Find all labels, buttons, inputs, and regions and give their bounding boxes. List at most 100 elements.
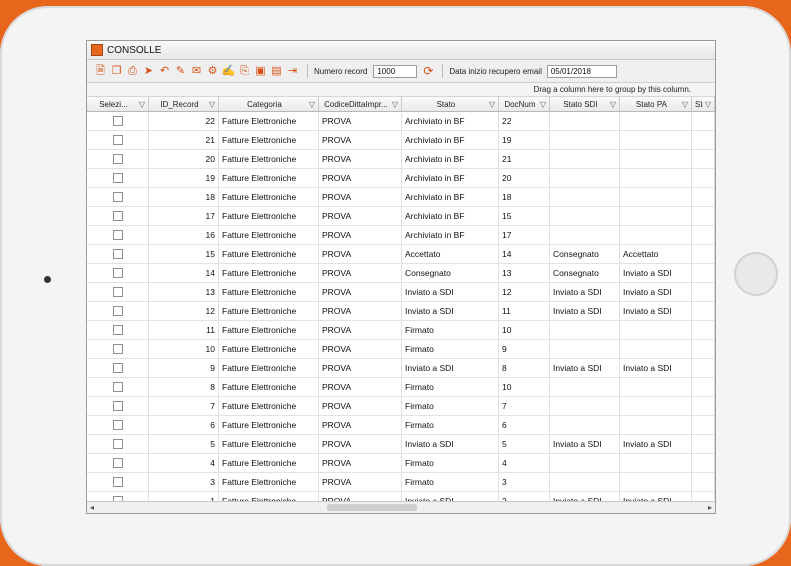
column-header[interactable]: Stato PA ▽	[620, 97, 692, 111]
table-row[interactable]: 3 Fatture Elettroniche PROVA Firmato 3	[87, 473, 715, 492]
horizontal-scrollbar[interactable]: ◂ ▸	[87, 501, 715, 513]
archive-icon[interactable]: ▤	[269, 64, 284, 78]
row-checkbox[interactable]	[112, 306, 123, 316]
row-checkbox[interactable]	[112, 344, 123, 354]
filter-icon[interactable]: ▽	[682, 100, 688, 109]
table-row[interactable]: 21 Fatture Elettroniche PROVA Archiviato in…	[87, 131, 715, 150]
cell-stato-pa: Inviato a SDI	[620, 264, 692, 282]
table-row[interactable]: 20 Fatture Elettroniche PROVA Archiviato in…	[87, 150, 715, 169]
column-header[interactable]: Selezi... ▽	[87, 97, 149, 111]
column-header-label: Categoria	[247, 99, 282, 109]
record-count-input[interactable]	[373, 64, 418, 78]
table-row[interactable]: 17 Fatture Elettroniche PROVA Archiviato in…	[87, 207, 715, 226]
table-row[interactable]: 4 Fatture Elettroniche PROVA Firmato 4	[87, 454, 715, 473]
row-checkbox[interactable]	[112, 192, 123, 202]
table-row[interactable]: 14 Fatture Elettroniche PROVA Consegnato 13 C…	[87, 264, 715, 283]
table-row[interactable]: 5 Fatture Elettroniche PROVA Inviato a SDI 5…	[87, 435, 715, 454]
column-header[interactable]: Categoria ▽	[219, 97, 319, 111]
filter-icon[interactable]: ▽	[309, 100, 315, 109]
row-checkbox[interactable]	[112, 325, 123, 335]
filter-icon[interactable]: ▽	[209, 100, 215, 109]
column-header[interactable]: CodiceDittaImpr... ▽	[319, 97, 402, 111]
table-row[interactable]: 7 Fatture Elettroniche PROVA Firmato 7	[87, 397, 715, 416]
settings-icon[interactable]: ⚙	[205, 64, 220, 78]
cell-docnum: 10	[499, 321, 550, 339]
home-button[interactable]	[734, 252, 778, 296]
row-checkbox[interactable]	[112, 135, 123, 145]
scroll-track[interactable]	[97, 504, 705, 511]
doc-export-icon[interactable]: 🗎	[93, 64, 108, 78]
cell-stato-sdi	[550, 169, 620, 187]
scroll-left-icon[interactable]: ◂	[87, 503, 97, 512]
row-checkbox[interactable]	[112, 458, 123, 468]
table-row[interactable]: 6 Fatture Elettroniche PROVA Firmato 6	[87, 416, 715, 435]
doc-copy-icon[interactable]: ❐	[109, 64, 124, 78]
table-row[interactable]: 22 Fatture Elettroniche PROVA Archiviato in…	[87, 112, 715, 131]
filter-icon[interactable]: ▽	[610, 100, 616, 109]
exit-icon[interactable]: ⇥	[285, 64, 300, 78]
column-header[interactable]: Sta▽	[692, 97, 715, 111]
date-input[interactable]	[546, 64, 617, 78]
column-header[interactable]: Stato SDI ▽	[550, 97, 620, 111]
column-header[interactable]: DocNum ▽	[499, 97, 550, 111]
printer-icon[interactable]: ⎙	[125, 64, 140, 78]
cell-categoria: Fatture Elettroniche	[219, 473, 319, 491]
cell-stato-pa	[620, 416, 692, 434]
scroll-thumb[interactable]	[327, 504, 417, 511]
row-checkbox[interactable]	[112, 249, 123, 259]
cell-stato-sdi	[550, 188, 620, 206]
group-panel[interactable]: Drag a column here to group by this colu…	[87, 83, 715, 97]
attach-icon[interactable]: ⎘	[237, 64, 252, 78]
filter-icon[interactable]: ▽	[705, 100, 711, 109]
table-row[interactable]: 19 Fatture Elettroniche PROVA Archiviato in…	[87, 169, 715, 188]
cell-docnum: 17	[499, 226, 550, 244]
cell-select	[87, 283, 149, 301]
table-row[interactable]: 9 Fatture Elettroniche PROVA Inviato a SDI 8…	[87, 359, 715, 378]
table-row[interactable]: 16 Fatture Elettroniche PROVA Archiviato in…	[87, 226, 715, 245]
refresh-icon[interactable]: ⟳	[420, 64, 436, 78]
column-header[interactable]: Stato ▽	[402, 97, 499, 111]
mail-icon[interactable]: ✉	[189, 64, 204, 78]
cell-stato-sdi	[550, 340, 620, 358]
row-checkbox[interactable]	[112, 420, 123, 430]
table-row[interactable]: 18 Fatture Elettroniche PROVA Archiviato in…	[87, 188, 715, 207]
filter-icon[interactable]: ▽	[392, 100, 398, 109]
table-row[interactable]: 8 Fatture Elettroniche PROVA Firmato 10	[87, 378, 715, 397]
cell-id-record: 4	[149, 454, 219, 472]
scroll-right-icon[interactable]: ▸	[705, 503, 715, 512]
row-checkbox[interactable]	[112, 211, 123, 221]
row-checkbox[interactable]	[112, 116, 123, 126]
filter-icon[interactable]: ▽	[139, 100, 145, 109]
table-row[interactable]: 11 Fatture Elettroniche PROVA Firmato 10	[87, 321, 715, 340]
sign-icon[interactable]: ✍	[221, 64, 236, 78]
table-row[interactable]: 10 Fatture Elettroniche PROVA Firmato 9	[87, 340, 715, 359]
row-checkbox[interactable]	[112, 382, 123, 392]
cell-docnum: 18	[499, 188, 550, 206]
row-checkbox[interactable]	[112, 287, 123, 297]
row-checkbox[interactable]	[112, 363, 123, 373]
row-checkbox[interactable]	[112, 268, 123, 278]
table-row[interactable]: 13 Fatture Elettroniche PROVA Inviato a SDI…	[87, 283, 715, 302]
cell-extra	[692, 131, 715, 149]
column-header[interactable]: ID_Record ▽	[149, 97, 219, 111]
cell-stato-sdi	[550, 397, 620, 415]
stamp-icon[interactable]: ▣	[253, 64, 268, 78]
send-icon[interactable]: ➤	[141, 64, 156, 78]
cell-select	[87, 112, 149, 130]
table-row[interactable]: 12 Fatture Elettroniche PROVA Inviato a SDI…	[87, 302, 715, 321]
row-checkbox[interactable]	[112, 401, 123, 411]
row-checkbox[interactable]	[112, 477, 123, 487]
send-back-icon[interactable]: ↶	[157, 64, 172, 78]
cell-stato-pa	[620, 378, 692, 396]
row-checkbox[interactable]	[112, 230, 123, 240]
cell-codice-ditta: PROVA	[319, 112, 402, 130]
cell-stato-pa	[620, 226, 692, 244]
edit-icon[interactable]: ✎	[173, 64, 188, 78]
row-checkbox[interactable]	[112, 154, 123, 164]
filter-icon[interactable]: ▽	[489, 100, 495, 109]
filter-icon[interactable]: ▽	[540, 100, 546, 109]
cell-stato-pa	[620, 150, 692, 168]
row-checkbox[interactable]	[112, 439, 123, 449]
table-row[interactable]: 15 Fatture Elettroniche PROVA Accettato 14 Co…	[87, 245, 715, 264]
row-checkbox[interactable]	[112, 173, 123, 183]
